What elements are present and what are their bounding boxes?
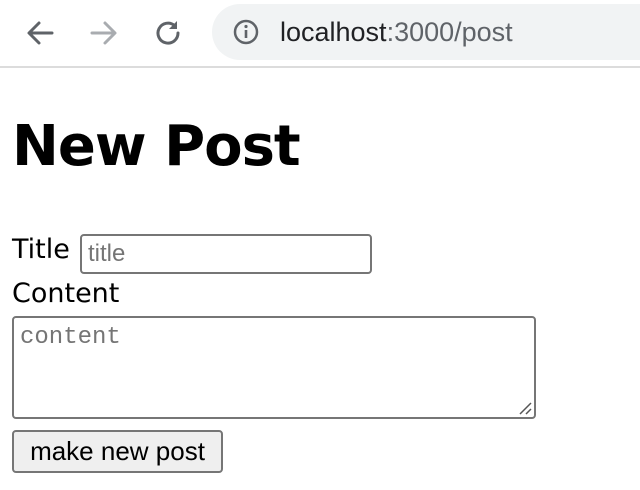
url-text[interactable]: localhost:3000/post bbox=[280, 16, 513, 48]
page-title: New Post bbox=[12, 114, 301, 179]
back-button[interactable] bbox=[20, 13, 60, 53]
back-arrow-icon bbox=[27, 21, 54, 45]
reload-button[interactable] bbox=[148, 13, 188, 53]
url-path: :3000/post bbox=[386, 17, 513, 47]
content-label: Content bbox=[12, 278, 120, 309]
forward-arrow-icon bbox=[90, 21, 117, 45]
resize-grip-icon[interactable] bbox=[516, 399, 532, 415]
content-textarea[interactable] bbox=[12, 316, 536, 419]
url-host: localhost bbox=[280, 17, 387, 47]
make-new-post-button[interactable]: make new post bbox=[12, 430, 223, 473]
address-bar[interactable]: localhost:3000/post bbox=[212, 4, 640, 60]
reload-icon bbox=[156, 21, 180, 45]
info-icon[interactable] bbox=[232, 18, 260, 46]
forward-button[interactable] bbox=[84, 13, 124, 53]
title-input[interactable] bbox=[80, 234, 372, 274]
browser-toolbar: localhost:3000/post bbox=[0, 0, 640, 68]
title-label: Title bbox=[12, 234, 70, 265]
